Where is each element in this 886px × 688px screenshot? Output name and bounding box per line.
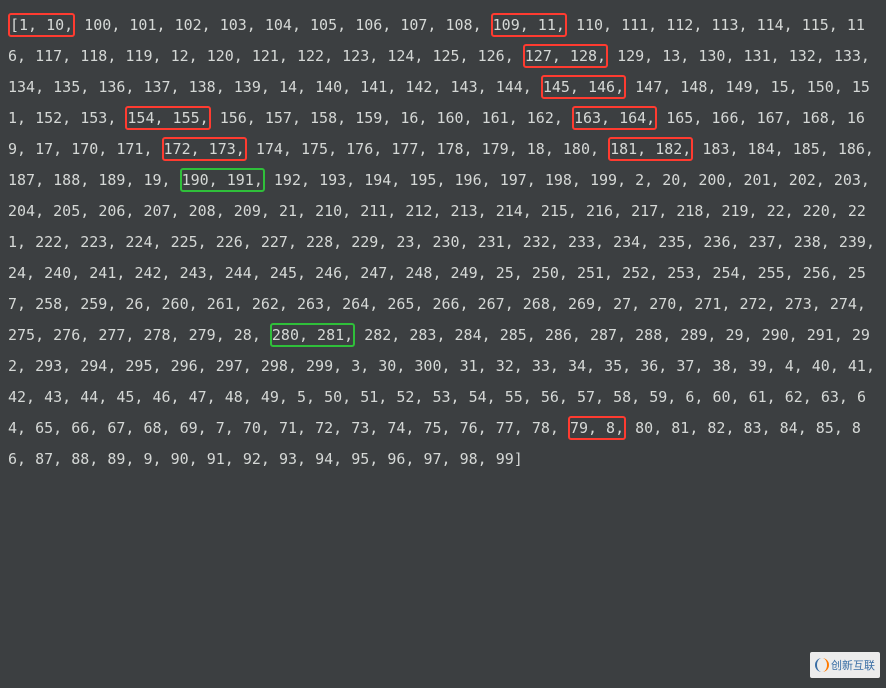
highlight-box: 190, 191, xyxy=(180,168,265,192)
watermark-logo: 创新互联 xyxy=(810,652,880,678)
watermark-icon xyxy=(815,658,829,672)
highlight-box: 154, 155, xyxy=(125,106,210,130)
highlight-box: 79, 8, xyxy=(568,416,626,440)
highlight-box: 109, 11, xyxy=(491,13,567,37)
highlight-box: 280, 281, xyxy=(270,323,355,347)
code-output-block: [1, 10, 100, 101, 102, 103, 104, 105, 10… xyxy=(0,0,886,485)
watermark-text: 创新互联 xyxy=(831,657,875,673)
highlight-box: 145, 146, xyxy=(541,75,626,99)
highlight-box: 181, 182, xyxy=(608,137,693,161)
highlight-box: 172, 173, xyxy=(162,137,247,161)
highlight-box: 127, 128, xyxy=(523,44,608,68)
highlight-box: [1, 10, xyxy=(8,13,75,37)
highlight-box: 163, 164, xyxy=(572,106,657,130)
